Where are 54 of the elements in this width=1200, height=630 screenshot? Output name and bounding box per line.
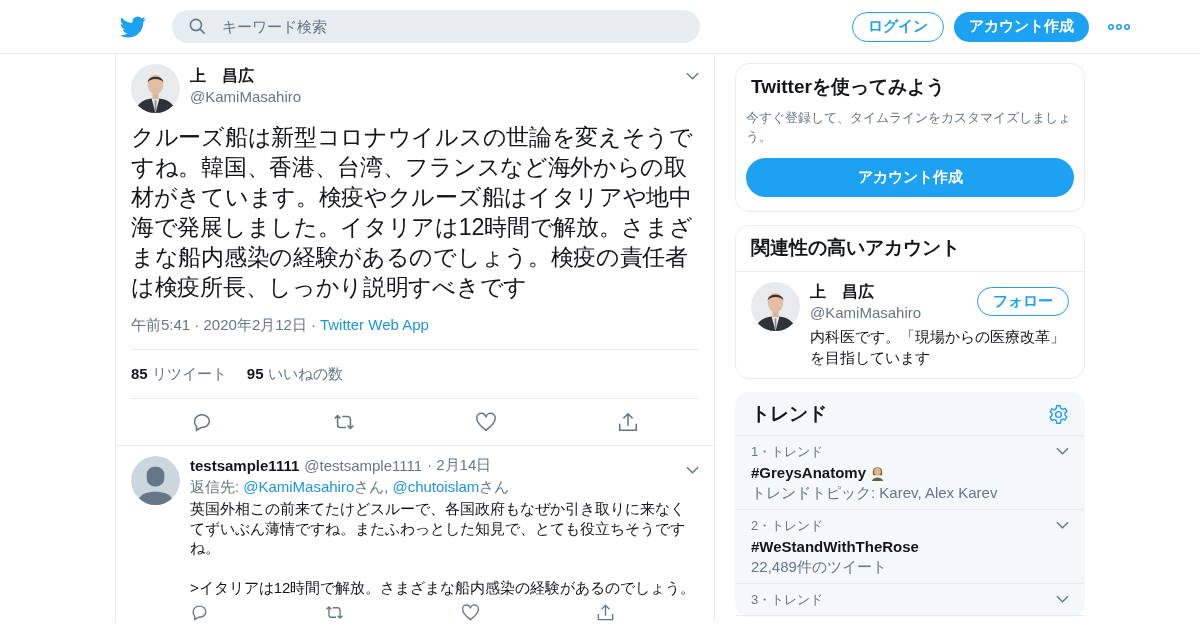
default-avatar-icon[interactable] — [131, 456, 180, 505]
card-title: 関連性の高いアカウント — [736, 226, 1084, 272]
source-link[interactable]: Twitter Web App — [319, 316, 429, 335]
separator-dot: · — [310, 316, 316, 335]
chevron-down-icon[interactable] — [1056, 521, 1069, 529]
stat-count[interactable]: 85 リツイート — [131, 365, 227, 384]
author-handle[interactable]: @testsample1111 — [304, 457, 423, 474]
share-icon[interactable] — [617, 411, 639, 433]
trend-name[interactable]: #WeStandWithTheRose — [751, 538, 919, 555]
more-icon[interactable] — [1108, 22, 1130, 31]
mention-link[interactable]: @KamiMasahiro — [243, 478, 355, 497]
trend-rank: 2・トレンド — [751, 517, 824, 535]
search-field[interactable]: キーワード検索 — [172, 10, 700, 43]
figure-icon — [870, 464, 886, 481]
reply-text: >イタリアは12時間で解放。さまざまな船内感染の経験があるのでしょう。 — [190, 577, 697, 597]
author-name[interactable]: testsample1111 — [190, 457, 300, 474]
chevron-down-icon[interactable] — [686, 72, 699, 80]
honorific-text: さん, — [354, 478, 389, 497]
author-name[interactable]: 上 昌広 — [190, 66, 686, 87]
settings-icon[interactable] — [1048, 403, 1069, 425]
card-text: 今すぐ登録して、タイムラインをカスタマイズしましょう。 — [746, 109, 1072, 146]
trend-rank: 3・トレンド — [751, 591, 824, 609]
trend-detail: トレンドトピック: Karev, Alex Karev — [751, 484, 999, 503]
signup-button[interactable]: アカウント作成 — [746, 158, 1074, 197]
tweet-timestamp[interactable]: 午前5:41 · 2020年2月12日 — [131, 316, 307, 335]
stat-count[interactable]: 95 いいねの数 — [246, 365, 343, 384]
account-bio: 内科医です。「現場からの医療改革」を目指しています — [810, 327, 1066, 368]
retweet-icon[interactable] — [325, 603, 345, 622]
share-icon[interactable] — [596, 603, 615, 622]
trend-detail: 22,489件のツイート — [751, 558, 888, 577]
follow-button[interactable]: フォロー — [977, 287, 1069, 316]
heart-icon[interactable] — [475, 411, 497, 433]
search-icon — [188, 17, 207, 36]
signup-button[interactable]: アカウント作成 — [954, 11, 1089, 42]
trend-name[interactable]: #GreysAnatomy — [751, 464, 867, 481]
chevron-down-icon[interactable] — [1056, 595, 1069, 603]
reply-text: 英国外相この前来てたけどスルーで、各国政府もなぜか引き取りに来なくてずいぶん薄情ですね。またふわっとした知見で、とても役立ちそうですね。 — [190, 499, 686, 558]
card-title: トレンド — [751, 402, 827, 426]
reply-icon[interactable] — [191, 411, 213, 433]
reply-icon[interactable] — [190, 603, 209, 622]
chevron-down-icon[interactable] — [686, 465, 699, 474]
account-handle[interactable]: @KamiMasahiro — [810, 304, 922, 321]
account-name[interactable]: 上 昌広 — [810, 282, 922, 303]
reply-to-label: 返信先: — [190, 478, 240, 497]
login-button[interactable]: ログイン — [852, 11, 944, 42]
mention-link[interactable]: @chutoislam — [392, 478, 480, 497]
author-handle[interactable]: @KamiMasahiro — [190, 88, 686, 105]
chevron-down-icon[interactable] — [1056, 447, 1069, 455]
card-title: Twitterを使ってみよう — [750, 75, 946, 99]
honorific-text: さん — [479, 478, 510, 497]
heart-icon[interactable] — [460, 603, 480, 622]
trend-rank: 1・トレンド — [751, 443, 824, 461]
tweet-text: クルーズ船は新型コロナウイルスの世論を変えそうですね。韓国、香港、台湾、フランスなど海外からの取材がきています。検疫やクルーズ船はイタリアや地中海で発展しました。イタリアは12時間で解放。さまざまな船内感染の経験があるのでしょう。検疫の責任者は検疫所長、しっかり説明すべきです — [131, 123, 694, 302]
reply-date[interactable]: · 2月14日 — [427, 456, 492, 475]
